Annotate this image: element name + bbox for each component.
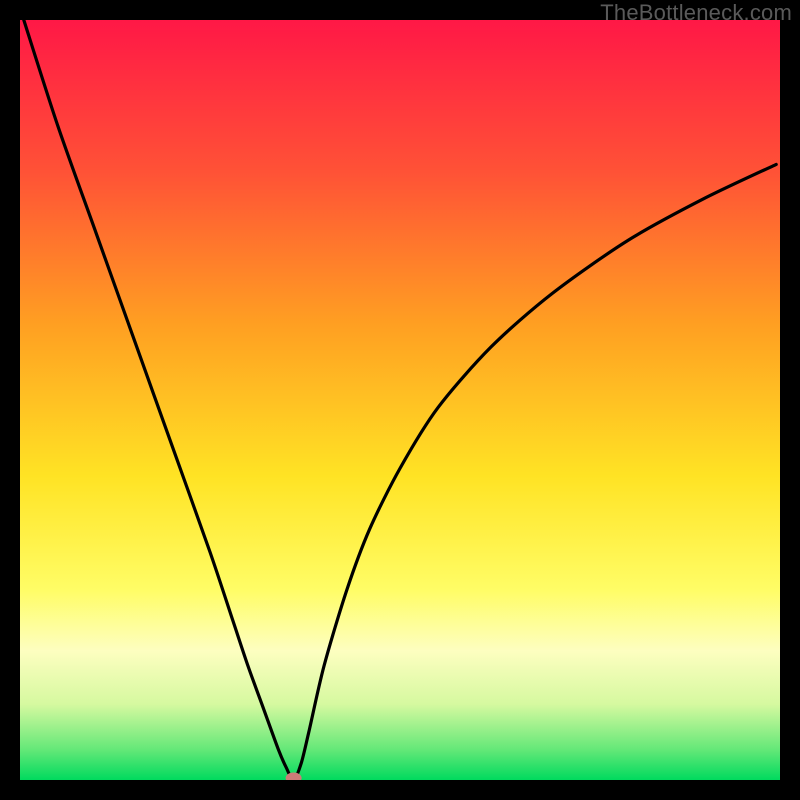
gradient-background bbox=[20, 20, 780, 780]
bottleneck-chart bbox=[20, 20, 780, 780]
watermark-text: TheBottleneck.com bbox=[600, 0, 792, 26]
chart-frame bbox=[20, 20, 780, 780]
